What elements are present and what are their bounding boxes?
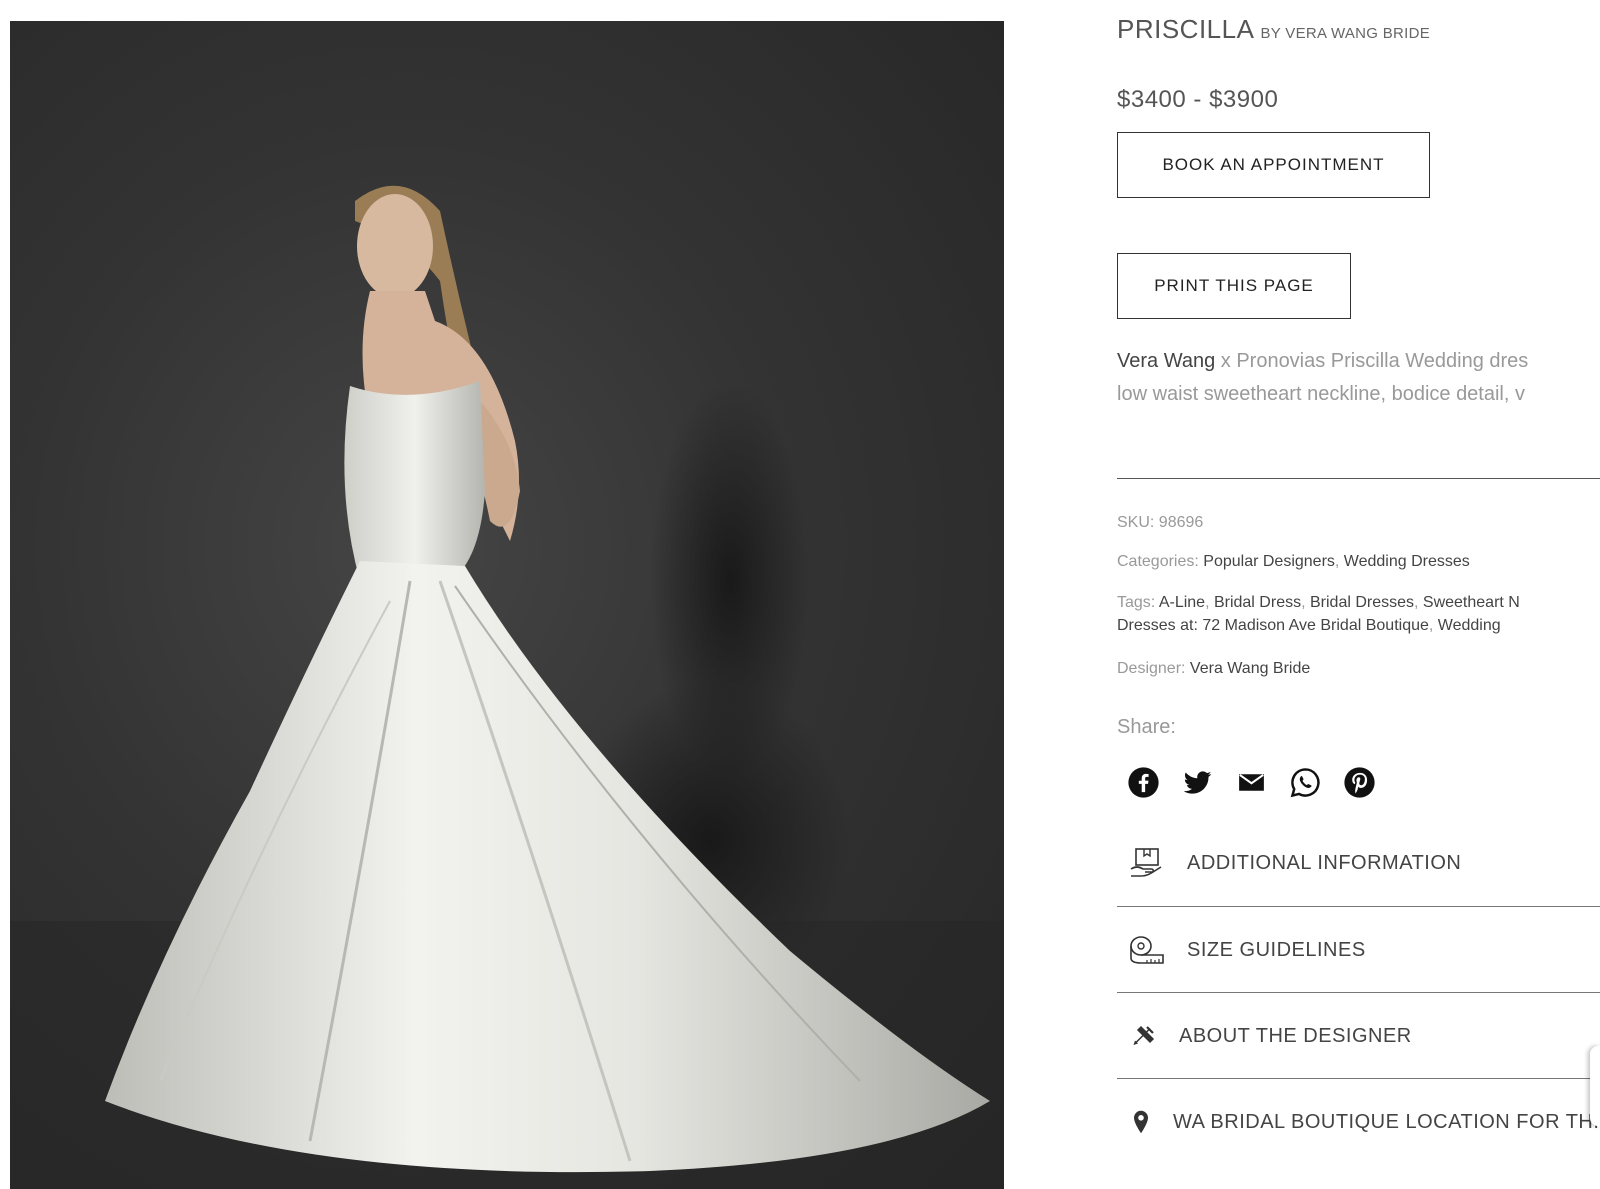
accordion-label: ADDITIONAL INFORMATION xyxy=(1187,851,1462,874)
product-image[interactable] xyxy=(10,21,1004,1189)
product-title: PRISCILLA xyxy=(1117,14,1255,44)
description-brand: Vera Wang xyxy=(1117,350,1216,372)
tags-line-1: Tags: A-Line, Bridal Dress, Bridal Dress… xyxy=(1117,594,1520,611)
designer-link[interactable]: Vera Wang Bride xyxy=(1190,660,1310,677)
category-link[interactable]: Wedding Dresses xyxy=(1344,553,1470,570)
book-appointment-button[interactable]: BOOK AN APPOINTMENT xyxy=(1117,132,1430,198)
category-link[interactable]: Popular Designers xyxy=(1203,553,1335,570)
categories-label: Categories: xyxy=(1117,553,1204,570)
accordion-label: ABOUT THE DESIGNER xyxy=(1179,1024,1412,1047)
categories-row: Categories: Popular Designers, Wedding D… xyxy=(1117,553,1470,570)
description-line-1-text: x Pronovias Priscilla Wedding dres xyxy=(1215,350,1529,372)
product-price: $3400 - $3900 xyxy=(1117,86,1279,113)
description-line-2: low waist sweetheart neckline, bodice de… xyxy=(1117,383,1525,405)
accordion-label: SIZE GUIDELINES xyxy=(1187,938,1366,961)
facebook-icon[interactable] xyxy=(1127,766,1160,799)
accordion-size-guidelines[interactable]: SIZE GUIDELINES xyxy=(1117,906,1600,993)
tags-line-2: Dresses at: 72 Madison Ave Bridal Boutiq… xyxy=(1117,617,1501,634)
designer-tools-icon xyxy=(1133,1025,1155,1045)
pinterest-icon[interactable] xyxy=(1343,766,1376,799)
tag-link[interactable]: Dresses at: 72 Madison Ave Bridal Boutiq… xyxy=(1117,617,1429,634)
section-divider xyxy=(1117,478,1600,479)
side-widget-tab[interactable] xyxy=(1590,1046,1600,1126)
share-label: Share: xyxy=(1117,716,1176,738)
designer-label: Designer: xyxy=(1117,660,1190,677)
product-title-row: PRISCILLA BY VERA WANG BRIDE xyxy=(1117,14,1430,45)
dress-photo xyxy=(10,185,1004,1189)
designer-byline: BY VERA WANG BRIDE xyxy=(1260,25,1431,42)
product-info-panel: PRISCILLA BY VERA WANG BRIDE $3400 - $390… xyxy=(1117,0,1600,1189)
sku-value: 98696 xyxy=(1158,514,1204,531)
tags-row: Tags: A-Line, Bridal Dress, Bridal Dress… xyxy=(1117,591,1520,637)
whatsapp-icon[interactable] xyxy=(1289,766,1322,799)
sku-row: SKU: 98696 xyxy=(1117,514,1203,532)
measuring-tape-icon xyxy=(1130,936,1164,964)
info-box-icon xyxy=(1130,848,1162,877)
sku-label: SKU: xyxy=(1117,514,1159,531)
accordion-boutique-location[interactable]: WA BRIDAL BOUTIQUE LOCATION FOR THIS xyxy=(1117,1078,1600,1165)
tag-link[interactable]: Wedding xyxy=(1438,617,1501,634)
tag-link[interactable]: A-Line xyxy=(1159,594,1205,611)
location-pin-icon xyxy=(1134,1110,1148,1134)
print-page-button[interactable]: PRINT THIS PAGE xyxy=(1117,253,1351,319)
tag-link[interactable]: Sweetheart N xyxy=(1423,594,1520,611)
accordion-label: WA BRIDAL BOUTIQUE LOCATION FOR THIS xyxy=(1173,1110,1600,1133)
share-icons xyxy=(1127,766,1376,799)
description-line-1: Vera Wang x Pronovias Priscilla Wedding … xyxy=(1117,345,1600,378)
accordion-additional-information[interactable]: ADDITIONAL INFORMATION xyxy=(1117,820,1600,906)
tag-link[interactable]: Bridal Dresses xyxy=(1310,594,1414,611)
accordion-about-the-designer[interactable]: ABOUT THE DESIGNER xyxy=(1117,992,1600,1079)
email-icon[interactable] xyxy=(1235,766,1268,799)
product-description: Vera Wang x Pronovias Priscilla Wedding … xyxy=(1117,345,1600,411)
tags-label: Tags: xyxy=(1117,594,1159,611)
designer-row: Designer: Vera Wang Bride xyxy=(1117,660,1310,678)
tag-link[interactable]: Bridal Dress xyxy=(1214,594,1301,611)
twitter-icon[interactable] xyxy=(1181,766,1214,799)
